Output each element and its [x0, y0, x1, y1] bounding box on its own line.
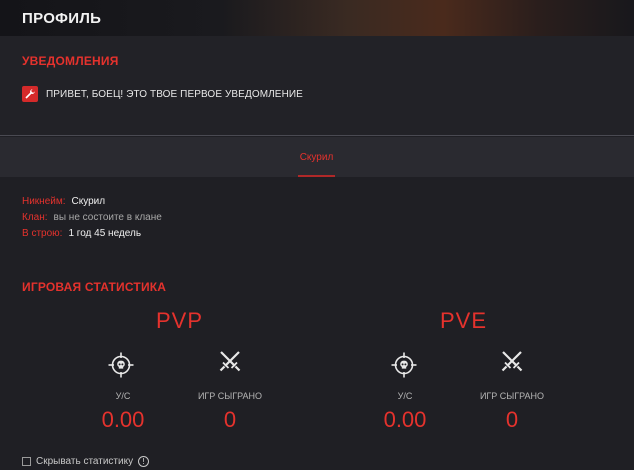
nickname-row: Никнейм: Скурил: [22, 196, 105, 207]
service-value: 1 год 45 недель: [68, 228, 142, 239]
hide-stats-row: Скрывать статистику !: [22, 456, 150, 467]
profile-tabbar: Скурил: [0, 137, 634, 177]
page-title: ПРОФИЛЬ: [22, 10, 102, 27]
pvp-kd-value: 0.00: [101, 407, 145, 432]
clan-row: Клан: вы не состоите в клане: [22, 212, 162, 223]
pvp-kd-label: У/С: [115, 391, 131, 401]
tab-profile-name[interactable]: Скурил: [298, 137, 335, 177]
pvp-label: PVP: [156, 308, 204, 333]
pve-games-value: 0: [505, 407, 519, 432]
hide-stats-checkbox[interactable]: [22, 457, 31, 466]
tab-active-indicator: [298, 175, 335, 177]
crosshair-skull-icon: [391, 352, 417, 378]
pve-label: PVE: [440, 308, 488, 333]
clan-label: Клан:: [22, 212, 48, 223]
service-label: В строю:: [22, 228, 63, 239]
crossed-swords-icon: [499, 348, 525, 374]
nickname-label: Никнейм:: [22, 196, 66, 207]
hide-stats-label[interactable]: Скрывать статистику: [36, 456, 133, 467]
notification-text: ПРИВЕТ, БОЕЦ! ЭТО ТВОЕ ПЕРВОЕ УВЕДОМЛЕНИ…: [46, 88, 303, 100]
wrench-icon: [22, 86, 38, 102]
info-icon[interactable]: !: [138, 456, 150, 467]
clan-value: вы не состоите в клане: [53, 212, 162, 223]
notifications-title: УВЕДОМЛЕНИЯ: [22, 54, 119, 68]
stats-title: ИГРОВАЯ СТАТИСТИКА: [22, 280, 167, 294]
pvp-games-value: 0: [223, 407, 237, 432]
pve-kd-value: 0.00: [383, 407, 427, 432]
profile-page: ПРОФИЛЬ УВЕДОМЛЕНИЯ ПРИВЕТ, БОЕЦ! ЭТО ТВ…: [0, 0, 634, 470]
notifications-panel: УВЕДОМЛЕНИЯ ПРИВЕТ, БОЕЦ! ЭТО ТВОЕ ПЕРВО…: [0, 36, 634, 136]
pve-games-label: ИГР СЫГРАНО: [479, 391, 545, 401]
nickname-value: Скурил: [71, 196, 106, 207]
crosshair-skull-icon: [108, 352, 134, 378]
header-bar: ПРОФИЛЬ: [0, 0, 634, 36]
pvp-games-label: ИГР СЫГРАНО: [197, 391, 263, 401]
pve-kd-label: У/С: [397, 391, 413, 401]
tab-label: Скурил: [299, 152, 334, 163]
service-row: В строю: 1 год 45 недель: [22, 228, 141, 239]
notification-item[interactable]: ПРИВЕТ, БОЕЦ! ЭТО ТВОЕ ПЕРВОЕ УВЕДОМЛЕНИ…: [22, 86, 303, 102]
crossed-swords-icon: [217, 348, 243, 374]
